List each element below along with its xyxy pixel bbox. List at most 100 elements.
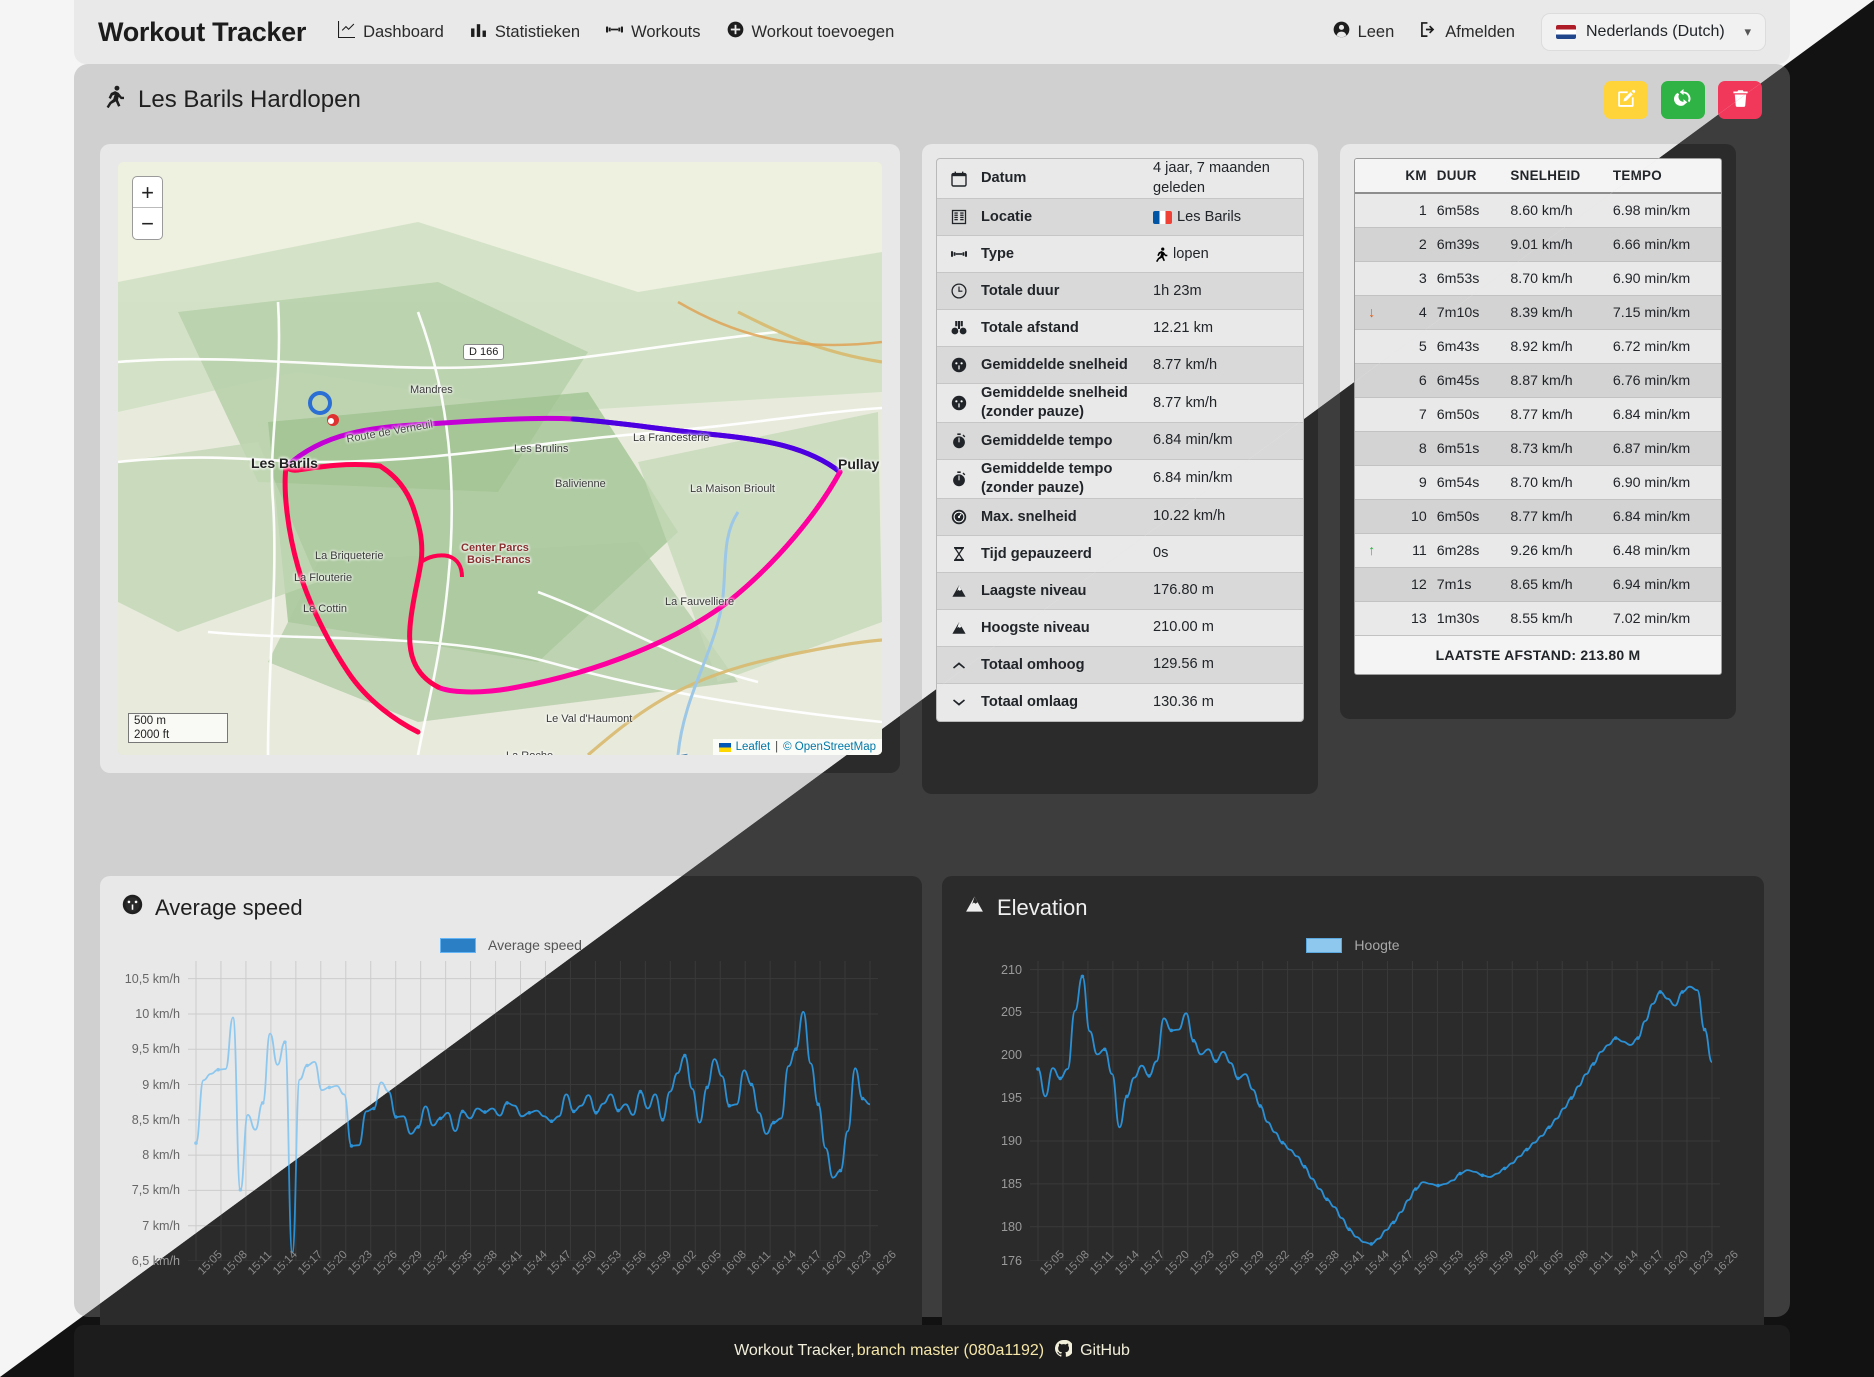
legend-swatch [1306,937,1343,953]
split-tempo-cell: 6.87 min/km [1612,440,1691,457]
split-tempo-cell: 6.94 min/km [1612,576,1691,593]
split-tempo-cell: 6.66 min/km [1612,236,1691,253]
leaflet-link[interactable]: Leaflet [736,741,771,753]
chart-data-point [838,1168,843,1173]
github-icon [1055,1339,1074,1362]
edit-workout-button[interactable] [1604,81,1648,119]
chart-data-point [527,1111,532,1115]
split-tempo-cell: 6.48 min/km [1612,542,1691,559]
chart-data-point [1391,1220,1396,1225]
split-snelheid-cell: 8.87 km/h [1510,372,1573,389]
details-row-label: Gemiddelde tempo [981,432,1113,449]
chart-data-point [1458,1171,1462,1176]
split-marker-icon [1355,568,1388,601]
chart-data-point [794,1047,798,1051]
nav-user[interactable]: Leen [1333,21,1394,43]
logout-icon [1420,21,1437,43]
chart-canvas [1030,961,1720,1261]
pencil-square-icon [1617,89,1636,111]
chart-data-point [816,1102,820,1107]
split-marker-icon [1355,398,1388,431]
attribution-separator: | [775,741,779,753]
stopwatch-icon [937,433,981,449]
nav-logout[interactable]: Afmelden [1420,21,1515,43]
map-label: Center Parcs [461,542,529,554]
split-tempo-cell: 6.90 min/km [1612,270,1691,287]
workout-card-header: Les Barils Hardlopen [74,64,1790,136]
details-row: Totaal omhoog 129.56 m [937,647,1303,685]
nav-link-statistieken[interactable]: Statistieken [470,21,580,43]
map-label: D 166 [463,344,505,360]
split-duur-cell: 6m45s [1436,372,1480,389]
split-marker-icon: ↓ [1367,304,1376,321]
binoculars-icon [937,320,981,336]
chart-data-point [616,1108,620,1113]
split-tempo-cell: 6.72 min/km [1612,338,1691,355]
chart-title-text: Average speed [155,894,303,920]
details-row-value: 4 jaar, 7 maanden geleden [1153,159,1303,198]
table-row: 7 6m50s 8.77 km/h 6.84 min/km [1355,398,1721,432]
details-row-label: Max. snelheid [981,508,1077,525]
split-tempo-cell: 6.76 min/km [1612,372,1691,389]
table-row: 13 1m30s 8.55 km/h 7.02 min/km [1355,602,1721,636]
app-brand[interactable]: Workout Tracker [98,17,306,48]
y-tick-label: 180 [1000,1219,1022,1234]
chart-data-point [238,1187,243,1192]
refresh-workout-button[interactable] [1661,81,1705,119]
chart-data-point [394,1115,398,1119]
split-duur-cell: 6m58s [1436,202,1480,219]
split-km-cell: 13 [1411,610,1427,627]
details-row-label: Totaal omlaag [981,694,1079,711]
refresh-icon [1673,89,1693,111]
chart-data-point [505,1101,509,1105]
map-label: La Maison Brioult [690,483,775,495]
nav-link-dashboard[interactable]: Dashboard [338,21,444,43]
table-row: 9 6m54s 8.70 km/h 6.90 min/km [1355,466,1721,500]
split-tempo-cell: 7.02 min/km [1612,610,1691,627]
language-value: Nederlands (Dutch) [1586,23,1725,40]
map-label: Mandres [410,384,453,396]
split-marker-icon [1355,262,1388,295]
split-duur-cell: 6m28s [1436,542,1480,559]
chart-data-point [1658,990,1662,994]
chart-data-point [1102,1047,1107,1052]
split-marker-icon [1355,194,1388,227]
details-row-label: Totale afstand [981,319,1079,336]
nav-logout-label: Afmelden [1445,22,1515,41]
map-zoom-control: + − [132,176,163,240]
chart-data-point [705,1085,709,1090]
chart-data-point [483,1110,487,1114]
map-label: Le Val d'Haumont [546,713,633,725]
plus-circle-icon [727,21,744,43]
details-row-value: 12.21 km [1153,319,1303,339]
dumbbell-icon [606,21,624,43]
chart-data-point [1702,1027,1707,1032]
legend-label: Hoogte [1354,937,1400,953]
nav-link-workout-toevoegen[interactable]: Workout toevoegen [727,21,894,43]
nav-link-workouts[interactable]: Workouts [606,21,701,43]
gauge-icon [122,894,143,921]
leaflet-map[interactable]: + − 500 m 2000 ft Leaflet | © OpenStreet… [118,162,882,755]
language-select[interactable]: Nederlands (Dutch) ▾ [1541,13,1766,51]
nav-link-label: Dashboard [363,22,444,41]
chart-data-point [1413,1187,1418,1191]
map-zoom-in-button[interactable]: + [133,177,162,208]
details-row-label: Gemiddelde snelheid [981,356,1128,373]
chart-data-point [660,1118,665,1122]
chart-data-point [1480,1173,1485,1178]
map-zoom-out-button[interactable]: − [133,208,162,239]
splits-col-marker [1355,159,1388,192]
elevation-chart-title: Elevation [964,894,1742,921]
y-tick-label: 195 [1000,1091,1022,1106]
details-row-value-text: 8.77 km/h [1153,394,1218,411]
chart-data-point [1525,1147,1529,1152]
details-row-value: Les Barils [1153,208,1303,228]
map-label: La Briqueterie [315,550,384,562]
gauge-icon [937,395,981,411]
chevron-down-icon [937,695,981,711]
chart-data-point [1036,1067,1040,1071]
footer-github-link[interactable]: GitHub [1055,1339,1130,1362]
mountain-icon [964,894,985,921]
map-scale-imperial: 2000 ft [128,728,228,743]
nav-link-label: Statistieken [494,22,581,41]
